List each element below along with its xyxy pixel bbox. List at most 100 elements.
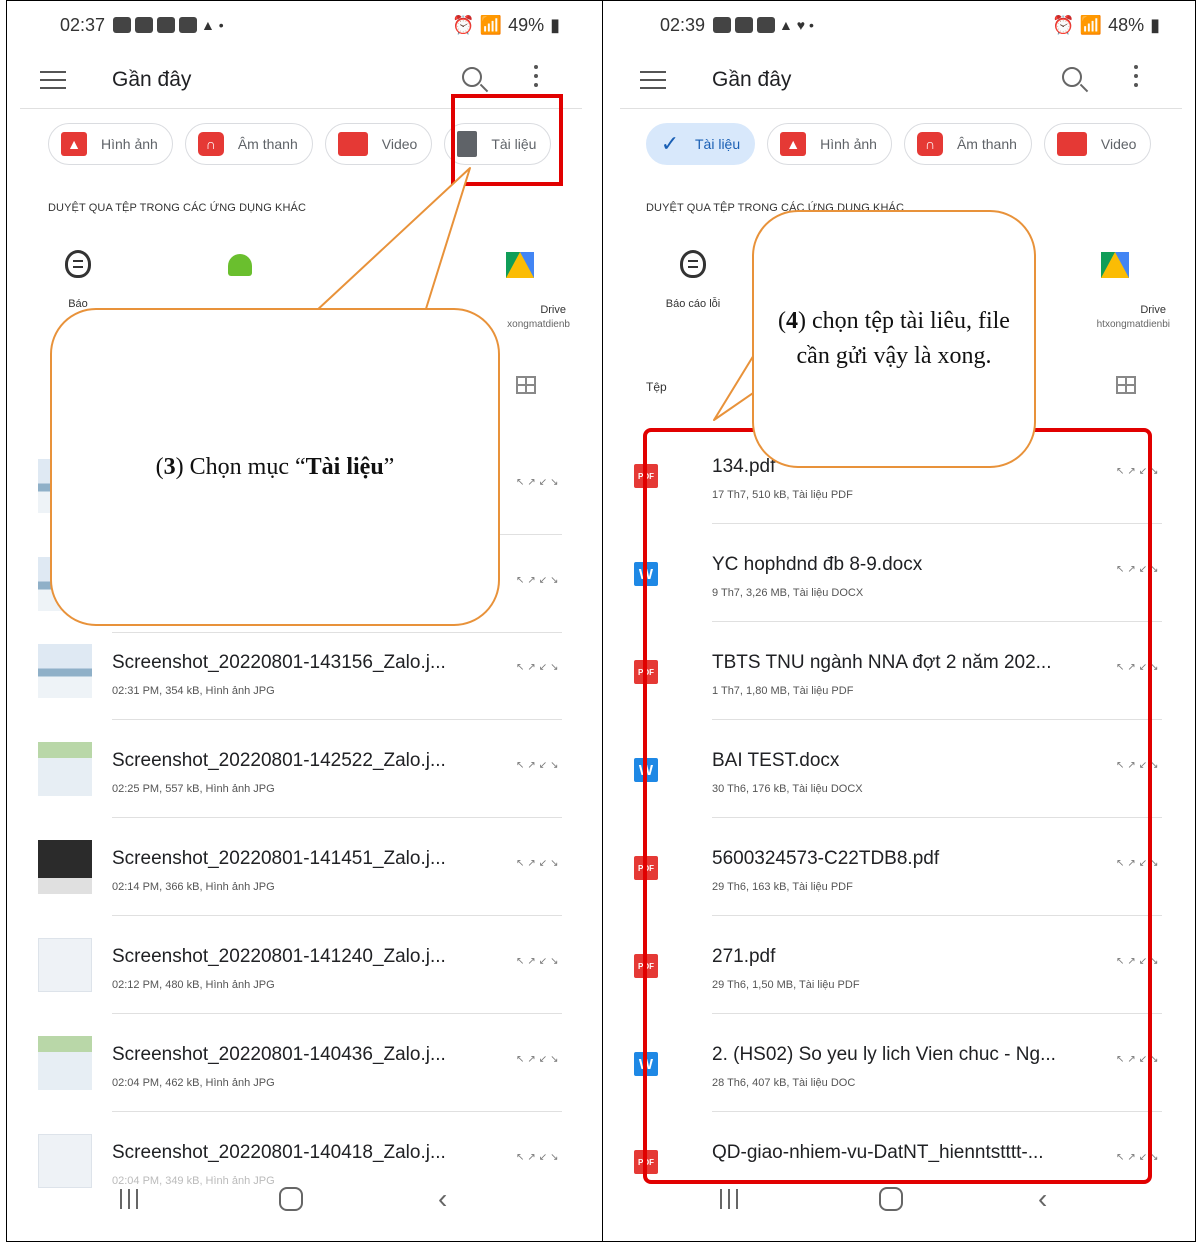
film-icon [337,132,368,156]
messenger-icon [713,17,732,33]
file-row[interactable]: Screenshot_20220801-141240_Zalo.j... 02:… [20,916,600,1014]
expand-icon[interactable]: ↖↗↙↘ [516,477,559,503]
headphones-icon: ∩ [197,132,224,156]
recent-apps-icon[interactable] [120,1189,138,1209]
file-meta: 02:12 PM, 480 kB, Hình ảnh JPG [112,979,275,991]
app-name: Báo cáo lỗi [665,298,721,310]
expand-icon[interactable]: ↖↗↙↘ [516,1152,559,1178]
more-options-icon[interactable] [1134,65,1138,91]
gallery-icon [179,17,198,33]
back-icon[interactable]: ‹ [438,1183,447,1215]
chip-audio[interactable]: ∩ Âm thanh [903,123,1032,165]
file-row[interactable]: Screenshot_20220801-141451_Zalo.j... 02:… [20,818,600,916]
chip-images[interactable]: ▲ Hình ảnh [767,123,892,165]
file-thumbnail [38,742,92,796]
search-icon[interactable] [1062,67,1082,87]
battery-level: 49% [508,14,545,35]
notification-icons: ▲ • [113,17,224,33]
chip-label: Video [1100,136,1137,152]
chip-label: Hình ảnh [820,136,877,152]
app-drive[interactable]: Drive xongmatdienb [470,250,570,330]
signal-icon: ⏰ 📶 [452,14,503,35]
file-row[interactable]: Screenshot_20220801-143156_Zalo.j... 02:… [20,622,600,720]
file-name: Screenshot_20220801-141240_Zalo.j... [112,946,446,967]
callout-text: (3) Chọn mục “Tài liệu” [155,453,395,480]
home-icon[interactable] [279,1187,303,1211]
file-row[interactable]: Screenshot_20220801-142522_Zalo.j... 02:… [20,720,600,818]
page-title: Gần đây [112,68,192,91]
grid-view-icon[interactable] [1116,376,1136,394]
file-meta: 02:31 PM, 354 kB, Hình ảnh JPG [112,685,275,697]
gallery-icon [757,17,776,33]
hamburger-menu-icon[interactable] [640,71,666,89]
chip-audio[interactable]: ∩ Âm thanh [184,123,313,165]
app-android[interactable] [210,250,270,298]
file-thumbnail [38,1036,92,1090]
callout-bold: Tài liệu [305,453,384,480]
check-icon: ✓ [660,131,680,156]
home-icon[interactable] [879,1187,903,1211]
file-name: Screenshot_20220801-143156_Zalo.j... [112,652,446,673]
chip-label: Hình ảnh [101,136,158,152]
chip-video[interactable]: Video [324,123,433,165]
step-number: 4 [786,308,799,335]
status-time: 02:37 [60,14,106,35]
chip-label: Âm thanh [237,136,298,152]
app-name: Drive [540,304,566,316]
chip-label: Âm thanh [956,136,1017,152]
expand-icon[interactable]: ↖↗↙↘ [516,956,559,982]
image-icon: ▲ [780,132,807,156]
file-name: Screenshot_20220801-140436_Zalo.j... [112,1044,446,1065]
expand-icon[interactable]: ↖↗↙↘ [516,858,559,884]
chip-video[interactable]: Video [1043,123,1152,165]
callout-post: ” [383,453,395,480]
grid-view-icon[interactable] [516,376,536,394]
callout-body: ) chọn tệp tài liêu, file cần gửi vậy là… [796,308,1010,369]
zalo-icon [113,17,132,33]
more-options-icon[interactable] [534,65,538,91]
image-icon: ▲ [61,132,87,156]
file-name: Screenshot_20220801-140418_Zalo.j... [112,1142,446,1163]
files-section-label: Tệp [646,380,667,394]
app-name: Drive [1140,304,1166,316]
panel-divider [602,0,603,1242]
chip-documents-selected[interactable]: ✓ Tài liệu [646,123,756,165]
status-bar: 02:39 ▲ ♥ • ⏰ 📶 48% ▮ [660,10,1160,40]
app-drive[interactable]: Drive htxongmatdienbi [1060,250,1170,330]
file-row[interactable]: Screenshot_20220801-140436_Zalo.j... 02:… [20,1014,600,1112]
android-icon [228,254,252,276]
chip-images[interactable]: ▲ Hình ảnh [48,123,173,165]
chip-label: Tài liệu [695,136,741,152]
expand-icon[interactable]: ↖↗↙↘ [516,760,559,786]
file-name: Screenshot_20220801-142522_Zalo.j... [112,750,446,771]
android-nav-bar: ‹ [620,1183,1200,1223]
drive-icon [1101,252,1129,278]
youtube-icon [735,17,754,33]
app-bug-report[interactable]: Báo cáo lỗi [648,250,738,310]
system-icons: ⏰ 📶 48% ▮ [1052,15,1160,36]
app-account: htxongmatdienbi [1096,319,1170,330]
back-icon[interactable]: ‹ [1038,1183,1047,1215]
expand-icon[interactable]: ↖↗↙↘ [516,1054,559,1080]
battery-icon: ▮ [550,14,560,35]
search-icon[interactable] [462,67,482,87]
signal-icon: ⏰ 📶 [1052,14,1103,35]
file-thumbnail [38,840,92,894]
callout-step-3: (3) Chọn mục “Tài liệu” [50,308,500,626]
expand-icon[interactable]: ↖↗↙↘ [516,575,559,601]
notification-icons: ▲ ♥ • [713,17,814,33]
headphones-icon: ∩ [916,132,943,156]
status-time: 02:39 [660,14,706,35]
battery-icon: ▮ [1150,14,1160,35]
messenger-icon [135,17,154,33]
system-icons: ⏰ 📶 49% ▮ [452,15,560,36]
expand-icon[interactable]: ↖↗↙↘ [516,662,559,688]
file-thumbnail [38,938,92,992]
hamburger-menu-icon[interactable] [40,71,66,89]
page-title: Gần đây [712,68,792,91]
app-bar: Gần đây [620,55,1200,105]
recent-apps-icon[interactable] [720,1189,738,1209]
app-bug-report[interactable]: Báo [48,250,108,310]
step-number: 3 [163,453,176,480]
drive-icon [506,252,534,278]
